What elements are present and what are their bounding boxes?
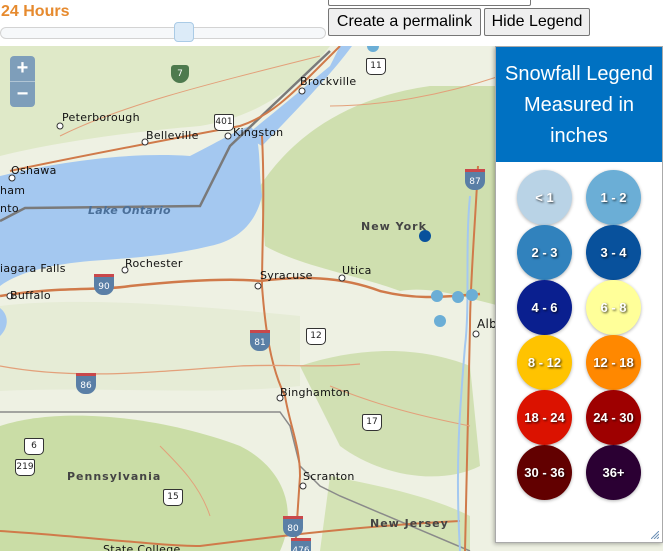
legend-swatch: 6 - 8 — [586, 280, 641, 335]
city-marker-syracuse — [254, 282, 262, 290]
label-scranton: Scranton — [303, 470, 355, 483]
label-pennsylvania: Pennsylvania — [67, 470, 162, 483]
label-lake-ontario: Lake Ontario — [88, 204, 171, 217]
city-marker-scranton — [299, 482, 307, 490]
label-niagara-falls: iagara Falls — [0, 262, 66, 275]
resize-grip-icon[interactable] — [651, 531, 659, 539]
label-kingston: Kingston — [233, 126, 284, 139]
zoom-control: + − — [10, 56, 35, 107]
legend-swatch: 8 - 12 — [517, 335, 572, 390]
label-brockville: Brockville — [300, 75, 357, 88]
highway-shield-us-12: 12 — [306, 328, 326, 345]
legend-swatch: 30 - 36 — [517, 445, 572, 500]
zoom-in-button[interactable]: + — [10, 56, 35, 81]
legend-swatch: 3 - 4 — [586, 225, 641, 280]
highway-shield-hwy-7: 7 — [171, 65, 189, 83]
time-window-label: 24 Hours — [1, 3, 70, 20]
legend-title: Snowfall Legend Measured in inches — [496, 47, 662, 162]
terrain-nj — [320, 476, 470, 551]
legend-swatch: 2 - 3 — [517, 225, 572, 280]
label-utica: Utica — [342, 264, 372, 277]
legend-swatch: 18 - 24 — [517, 390, 572, 445]
label-rochester: Rochester — [125, 257, 183, 270]
legend-swatch: 4 - 6 — [517, 280, 572, 335]
highway-shield-i-81: 81 — [250, 330, 270, 351]
legend-swatch: 1 - 2 — [586, 170, 641, 225]
label-belleville: Belleville — [146, 129, 199, 142]
city-marker-brockville — [298, 87, 306, 95]
legend-swatch: 12 - 18 — [586, 335, 641, 390]
time-slider-track[interactable] — [0, 27, 326, 39]
terrain-pennsylvania — [0, 415, 288, 551]
terrain-catskills — [300, 351, 480, 477]
snowfall-observation-point[interactable] — [434, 315, 446, 327]
label-toronto: nto — [0, 202, 19, 215]
label-markham: ham — [0, 184, 26, 197]
legend-swatch: 24 - 30 — [586, 390, 641, 445]
snowfall-legend: Snowfall Legend Measured in inches < 1 1 … — [495, 46, 663, 543]
label-binghamton: Binghamton — [280, 386, 350, 399]
highway-shield-hwy-401: 401 — [214, 114, 234, 131]
legend-swatch: 36+ — [586, 445, 641, 500]
label-peterborough: Peterborough — [62, 111, 140, 124]
zoom-out-button[interactable]: − — [10, 81, 35, 107]
snowfall-observation-point[interactable] — [419, 230, 431, 242]
label-syracuse: Syracuse — [260, 269, 313, 282]
snowfall-observation-point[interactable] — [466, 289, 478, 301]
highway-shield-i-90: 90 — [94, 274, 114, 295]
hide-legend-button[interactable]: Hide Legend — [484, 8, 590, 36]
permalink-field[interactable] — [328, 0, 531, 6]
top-toolbar: 24 Hours Create a permalink Hide Legend — [0, 0, 663, 46]
highway-shield-us-219: 219 — [15, 459, 35, 476]
time-slider-handle[interactable] — [174, 22, 194, 42]
label-oshawa: Oshawa — [11, 164, 57, 177]
city-marker-kingston — [224, 132, 232, 140]
highway-shield-us-11: 11 — [366, 58, 386, 75]
highway-shield-i-86: 86 — [76, 373, 96, 394]
snowfall-observation-point[interactable] — [452, 291, 464, 303]
highway-shield-i-87: 87 — [465, 169, 485, 190]
highway-shield-i-476: 476 — [291, 538, 311, 551]
highway-shield-rt-17: 17 — [362, 414, 382, 431]
highway-shield-i-80: 80 — [283, 516, 303, 537]
label-new-jersey: New Jersey — [370, 517, 449, 530]
highway-shield-us-15: 15 — [163, 489, 183, 506]
legend-swatch: < 1 — [517, 170, 572, 225]
city-marker-albany — [472, 330, 480, 338]
create-permalink-button[interactable]: Create a permalink — [328, 8, 481, 36]
label-buffalo: Buffalo — [10, 289, 51, 302]
snowfall-observation-point[interactable] — [431, 290, 443, 302]
label-new-york: New York — [361, 220, 427, 233]
highway-shield-us-6: 6 — [24, 438, 44, 455]
label-state-college: State College — [103, 543, 181, 551]
